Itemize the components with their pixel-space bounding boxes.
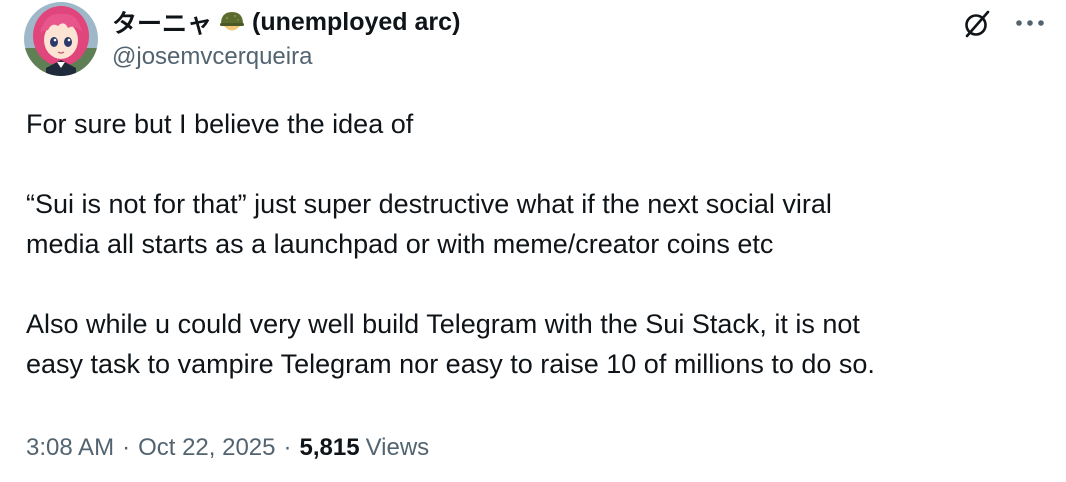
tweet-text: For sure but I believe the idea of “Sui … — [26, 104, 1036, 384]
views-label: Views — [365, 434, 430, 461]
tweet-card: ターニャ (unemployed arc) @josemvcerqueira F… — [0, 0, 1066, 482]
grok-slash-circle-icon[interactable] — [957, 4, 997, 44]
more-dots-icon[interactable] — [1012, 8, 1048, 38]
user-handle[interactable]: @josemvcerqueira — [112, 43, 312, 71]
views-count: 5,815 — [299, 434, 360, 461]
display-name-suffix: (unemployed arc) — [252, 7, 461, 36]
tweet-line: easy task to vampire Telegram nor easy t… — [26, 349, 875, 379]
tweet-line: “Sui is not for that” just super destruc… — [26, 189, 832, 219]
display-name-prefix: ターニャ — [112, 10, 213, 38]
timestamp-time[interactable]: 3:08 AM — [26, 434, 114, 462]
tweet-meta: 3:08 AM · Oct 22, 2025 · 5,815 Views — [26, 434, 429, 462]
military-helmet-icon — [218, 8, 246, 36]
timestamp-date[interactable]: Oct 22, 2025 — [138, 434, 275, 462]
tweet-line: media all starts as a launchpad or with … — [26, 229, 774, 259]
display-name[interactable]: ターニャ (unemployed arc) — [112, 4, 460, 40]
avatar[interactable] — [24, 2, 98, 76]
tweet-line: Also while u could very well build Teleg… — [26, 309, 860, 339]
meta-separator: · — [283, 434, 292, 461]
meta-separator: · — [122, 434, 131, 461]
tweet-line: For sure but I believe the idea of — [26, 109, 414, 139]
